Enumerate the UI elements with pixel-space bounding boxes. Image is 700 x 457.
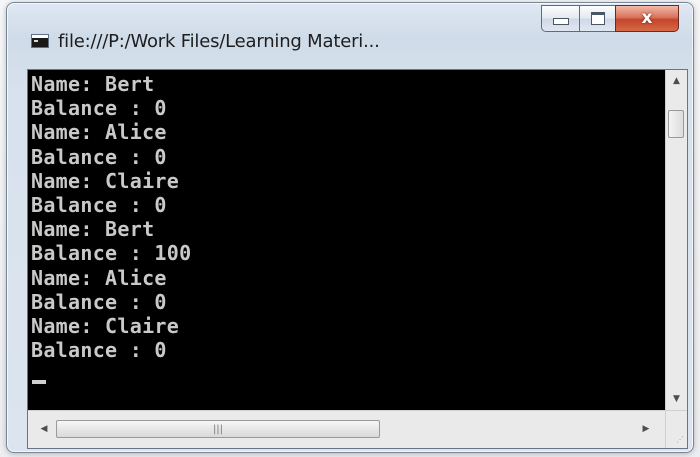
console-line: Balance : 0 [31,96,167,121]
console-line: Balance : 100 [31,241,192,266]
console-line: Name: Bert [31,217,155,242]
resize-grip-icon: ⋰ [676,435,684,444]
close-icon: x [641,8,653,28]
minimize-button[interactable] [541,5,579,32]
maximize-button[interactable] [579,5,615,32]
console-line: Name: Claire [31,168,180,193]
right-arrow-icon[interactable]: ▶ [636,419,656,439]
minimize-icon [552,18,569,25]
console-output[interactable]: Name: Bert Balance : 0 Name: Alice Balance … [28,70,666,410]
close-button[interactable]: x [615,5,679,32]
text-cursor [32,380,46,384]
console-line: Balance : 0 [31,338,167,363]
desktop: file:///P:/Work Files/Learning Materi...… [0,0,700,457]
console-line: Balance : 0 [31,144,167,169]
maximize-icon [590,12,605,25]
left-arrow-icon[interactable]: ◀ [34,419,54,439]
console-lines: Name: Bert Balance : 0 Name: Alice Balance … [28,70,666,362]
console-window: file:///P:/Work Files/Learning Materi...… [6,2,694,453]
horizontal-scrollbar[interactable]: ◀ ||| ▶ [28,410,666,448]
console-icon[interactable] [31,34,49,48]
console-line: Balance : 0 [31,192,167,217]
console-line: Name: Claire [31,313,180,338]
vertical-scroll-thumb[interactable] [668,110,684,138]
resize-grip[interactable]: ⋰ [665,410,687,448]
console-client-area: Name: Bert Balance : 0 Name: Alice Balance … [27,69,688,449]
window-title: file:///P:/Work Files/Learning Materi... [58,31,380,52]
vertical-scrollbar[interactable]: ▲ ▼ [665,70,687,410]
up-arrow-icon[interactable]: ▲ [666,70,687,92]
console-line: Name: Bert [31,72,155,96]
title-bar[interactable]: file:///P:/Work Files/Learning Materi...… [7,3,693,69]
horizontal-scroll-thumb[interactable]: ||| [56,420,380,438]
window-controls: x [541,5,679,32]
console-line: Name: Alice [31,120,167,145]
grip-icon: ||| [212,423,224,435]
console-line: Balance : 0 [31,289,167,314]
down-arrow-icon[interactable]: ▼ [666,388,687,410]
console-line: Name: Alice [31,265,167,290]
